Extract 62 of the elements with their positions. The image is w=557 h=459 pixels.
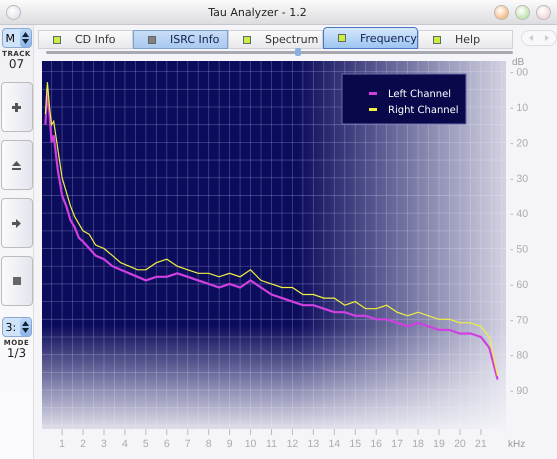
tick-label: 10	[244, 438, 256, 450]
tick-label: 18	[412, 438, 424, 450]
tick-label: 21	[475, 438, 487, 450]
eject-icon	[12, 160, 21, 170]
track-number: 07	[8, 57, 24, 71]
tab[interactable]: Frequency	[323, 27, 418, 49]
tick-label: 11	[266, 438, 277, 450]
tick-label: - 90	[510, 385, 528, 398]
tab[interactable]: CD Info	[38, 30, 133, 49]
tab[interactable]: Help	[418, 30, 513, 49]
app-menu-button[interactable]	[6, 4, 21, 20]
close-button[interactable]	[494, 4, 509, 20]
minimize-button[interactable]	[515, 4, 530, 20]
tick-label: 1	[59, 438, 66, 450]
mode-value: 1/3	[6, 346, 26, 360]
tick-label: 8	[206, 438, 212, 450]
tick-label: 13	[308, 438, 320, 450]
plus-button[interactable]	[0, 82, 32, 132]
axis-unit: kHz	[508, 439, 526, 450]
eject-button[interactable]	[0, 140, 32, 190]
tick-label: 4	[122, 438, 128, 450]
tick-label: 17	[391, 438, 403, 450]
channel-select[interactable]: M	[2, 28, 32, 48]
tick-label: 3	[101, 438, 107, 450]
arrows-icon	[529, 35, 549, 41]
plus-icon	[12, 102, 21, 112]
tick-label: - 40	[510, 208, 528, 220]
legend-label: Left Channel	[388, 89, 452, 100]
tab[interactable]: ISRC Info	[133, 30, 228, 49]
tick-label: 15	[349, 438, 362, 450]
maximize-button[interactable]	[536, 4, 551, 20]
tick-label: - 60	[510, 278, 528, 291]
tick-label: 20	[454, 438, 466, 450]
arrow-right-icon	[12, 218, 21, 228]
legend-label: Right Channel	[388, 105, 459, 116]
tick-label: - 20	[510, 137, 528, 150]
tick-label: 7	[184, 438, 191, 450]
stop-icon	[12, 277, 20, 285]
scroll-tabs-button[interactable]	[521, 30, 557, 46]
tick-label: - 00	[510, 66, 528, 79]
mode-select[interactable]: 3:	[2, 317, 32, 337]
tab[interactable]: Spectrum	[228, 30, 323, 49]
tick-label: 19	[433, 438, 445, 450]
tick-label: - 10	[510, 102, 528, 114]
stop-button[interactable]	[0, 256, 32, 306]
tick-label: - 70	[510, 314, 528, 326]
tick-label: - 50	[510, 244, 528, 256]
axis-unit: dB	[512, 57, 524, 68]
tick-label: 14	[328, 438, 340, 450]
tick-label: 2	[80, 438, 86, 450]
next-button[interactable]	[0, 198, 32, 248]
tick-label: 9	[226, 438, 233, 450]
spinner-arrows-icon	[22, 321, 28, 333]
tick-label: 12	[286, 438, 298, 450]
window-title: Tau Analyzer - 1.2	[207, 6, 308, 18]
tick-label: - 80	[510, 350, 528, 362]
spinner-arrows-icon	[22, 32, 28, 44]
tick-label: 5	[142, 438, 149, 450]
position-slider[interactable]	[46, 50, 513, 54]
tick-label: - 30	[510, 172, 528, 185]
tick-label: 16	[370, 438, 382, 450]
tick-label: 6	[164, 438, 170, 450]
